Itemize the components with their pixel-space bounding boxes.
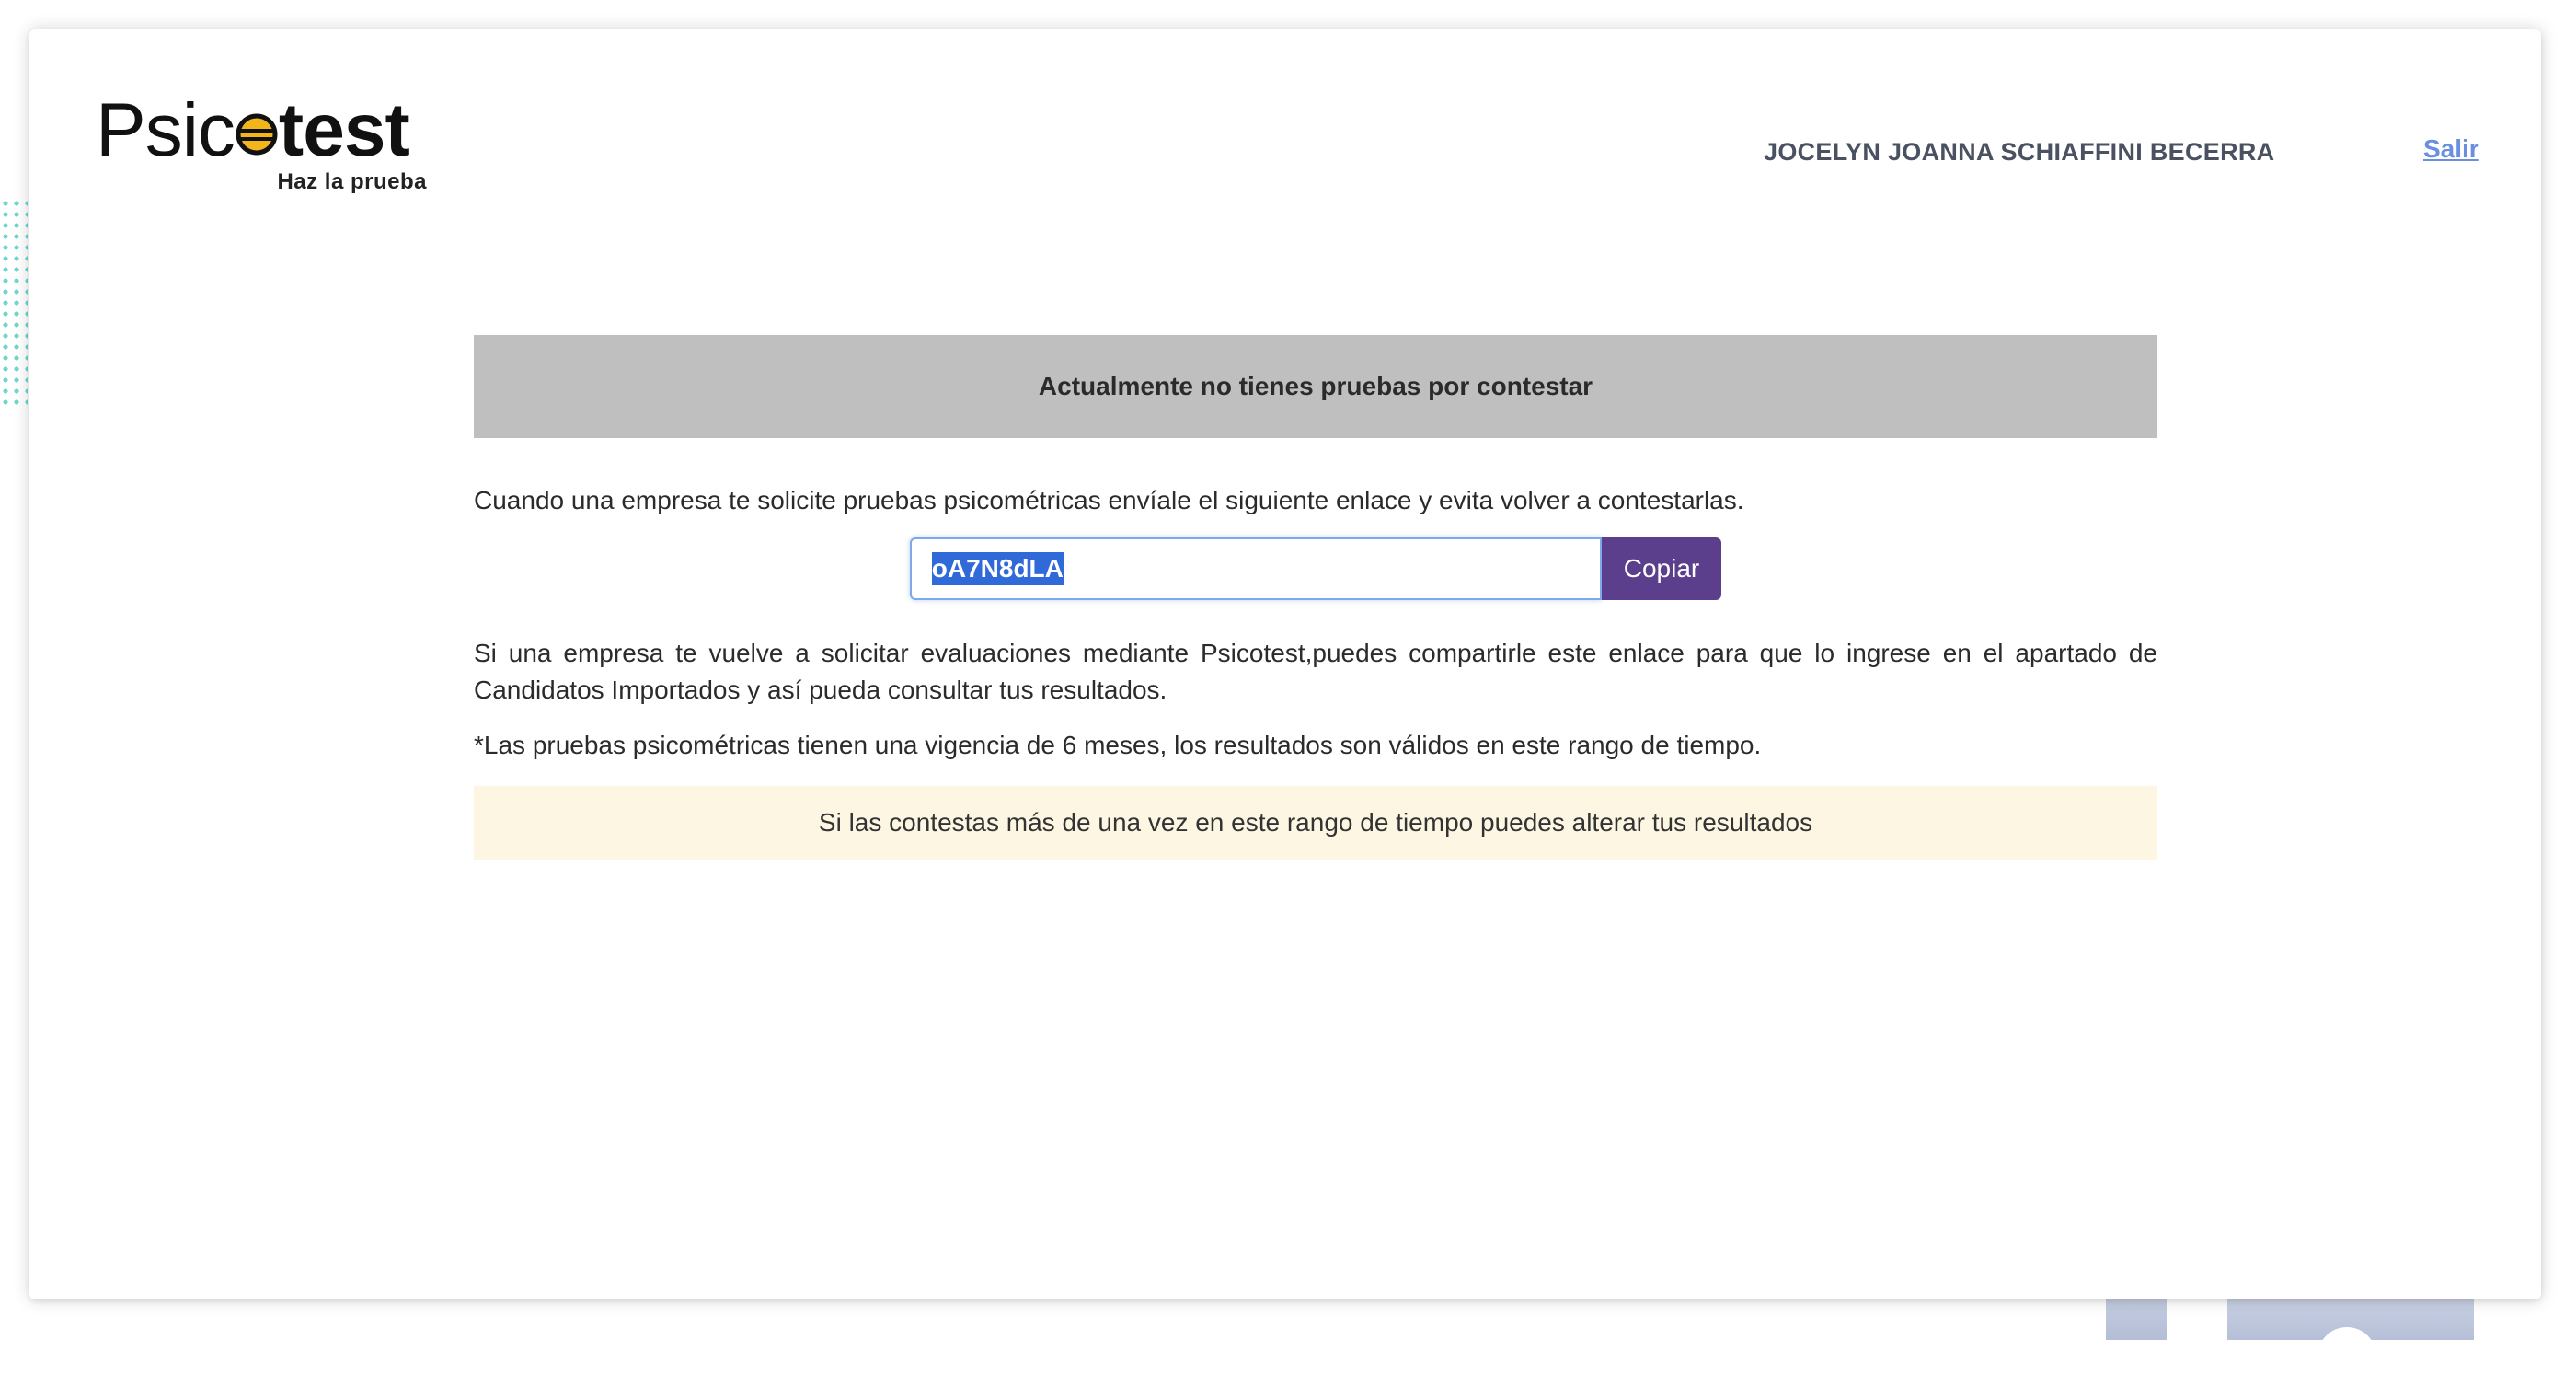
intro-text: Cuando una empresa te solicite pruebas p… — [474, 486, 1744, 514]
banner-text: Actualmente no tienes pruebas por contes… — [1038, 372, 1593, 400]
decorative-shape — [2106, 1299, 2167, 1340]
info-text: Si una empresa te vuelve a solicitar eva… — [474, 639, 2157, 704]
decorative-dots — [0, 198, 28, 410]
bee-o-logo-icon — [236, 113, 278, 156]
logo-word-bold: test — [278, 88, 410, 172]
decorative-shape — [2227, 1299, 2474, 1386]
warning-text: Si las contestas más de una vez en este … — [818, 808, 1813, 837]
logo-word-light: Psic — [96, 88, 236, 172]
share-code-row: oA7N8dLA Copiar — [474, 537, 2157, 600]
no-tests-banner: Actualmente no tienes pruebas por contes… — [474, 335, 2157, 438]
validity-note: *Las pruebas psicométricas tienen una vi… — [474, 731, 1762, 759]
user-name: JOCELYN JOANNA SCHIAFFINI BECERRA — [1764, 138, 2275, 166]
logo-tagline: Haz la prueba — [277, 169, 427, 194]
content-area: Actualmente no tienes pruebas por contes… — [474, 335, 2157, 860]
logout-link[interactable]: Salir — [2423, 134, 2479, 164]
main-card: Psic test Haz la prueba JOCELYN JOANNA S… — [29, 29, 2541, 1299]
copy-button[interactable]: Copiar — [1601, 537, 1722, 600]
psicotest-logo[interactable]: Psic test Haz la prueba — [96, 93, 445, 200]
share-code-input[interactable]: oA7N8dLA — [909, 537, 1602, 600]
warning-banner: Si las contestas más de una vez en este … — [474, 786, 2157, 860]
share-code-value: oA7N8dLA — [931, 552, 1064, 585]
logo-wordmark: Psic test — [96, 93, 410, 168]
